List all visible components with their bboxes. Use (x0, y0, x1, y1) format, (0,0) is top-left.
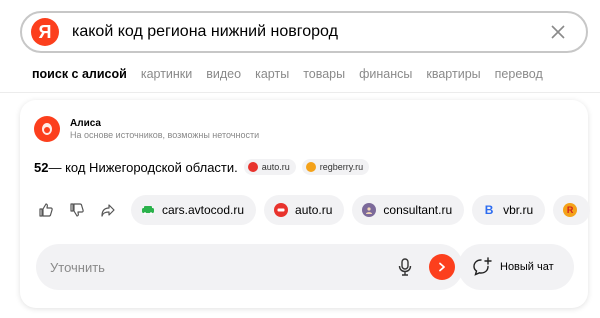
thumbs-down-icon (70, 203, 84, 217)
tab-products[interactable]: товары (303, 67, 345, 81)
vbr-icon: B (484, 203, 494, 217)
regberry-icon: R (563, 203, 578, 217)
chevron-right-icon (439, 262, 445, 272)
share-button[interactable] (94, 196, 122, 224)
tab-finance[interactable]: финансы (359, 67, 412, 81)
car-icon (141, 203, 155, 217)
source-pill-vbr[interactable]: B vbr.ru (472, 195, 546, 225)
tab-maps[interactable]: карты (255, 67, 289, 81)
tabs-divider (0, 92, 600, 93)
alisa-answer-card: Алиса На основе источников, возможны нет… (20, 100, 591, 308)
inline-source-label: regberry.ru (319, 162, 364, 172)
source-pill-label: cars.avtocod.ru (162, 203, 245, 217)
new-chat-label: Новый чат (500, 261, 554, 273)
inline-source-auto-ru[interactable]: auto.ru (243, 159, 296, 175)
dislike-button[interactable] (63, 196, 91, 224)
microphone-icon (398, 258, 412, 276)
auto-ru-icon (274, 203, 289, 217)
close-icon (551, 25, 565, 39)
inline-source-regberry[interactable]: regberry.ru (301, 159, 370, 175)
regberry-icon (305, 162, 316, 172)
send-button[interactable] (429, 254, 455, 280)
alisa-name: Алиса (70, 118, 101, 129)
alisa-icon (34, 116, 60, 142)
refine-placeholder: Уточнить (50, 259, 105, 275)
source-pill-regberry[interactable]: R (553, 195, 591, 225)
source-pill-label: auto.ru (295, 203, 333, 217)
search-tabs: поиск с алисой картинки видео карты това… (32, 67, 557, 81)
source-pill-auto-ru[interactable]: auto.ru (264, 195, 345, 225)
tab-translate[interactable]: перевод (495, 67, 543, 81)
search-bar[interactable]: Я какой код региона нижний новгород (20, 11, 588, 53)
voice-input-button[interactable] (393, 255, 417, 279)
clear-search-button[interactable] (546, 20, 570, 44)
new-chat-icon (470, 255, 494, 279)
refine-input[interactable]: Уточнить (36, 244, 463, 290)
consultant-icon (362, 203, 377, 217)
answer-sentence: — код Нижегородской области. (48, 159, 238, 175)
search-input[interactable]: какой код региона нижний новгород (72, 23, 546, 41)
tab-apartments[interactable]: квартиры (426, 67, 480, 81)
thumbs-up-icon (39, 203, 53, 217)
auto-ru-icon (247, 162, 258, 172)
tab-images[interactable]: картинки (141, 67, 192, 81)
like-button[interactable] (32, 196, 60, 224)
source-pill-avtocod[interactable]: cars.avtocod.ru (131, 195, 257, 225)
tab-alice-search[interactable]: поиск с алисой (32, 67, 127, 81)
source-pill-label: vbr.ru (503, 203, 534, 217)
share-icon (101, 204, 115, 217)
alisa-disclaimer: На основе источников, возможны неточност… (70, 130, 260, 140)
answer-text: 52 — код Нижегородской области. auto.ru … (34, 159, 370, 175)
source-pill-label: consultant.ru (383, 203, 453, 217)
new-chat-button[interactable]: Новый чат (458, 244, 574, 290)
answer-number: 52 (34, 159, 49, 175)
source-pills: cars.avtocod.ru auto.ru consultant.ru B … (131, 195, 598, 225)
yandex-logo[interactable]: Я (31, 18, 59, 46)
answer-actions: cars.avtocod.ru auto.ru consultant.ru B … (32, 195, 598, 225)
source-pill-consultant[interactable]: consultant.ru (352, 195, 465, 225)
inline-source-label: auto.ru (261, 162, 290, 172)
tab-video[interactable]: видео (206, 67, 241, 81)
